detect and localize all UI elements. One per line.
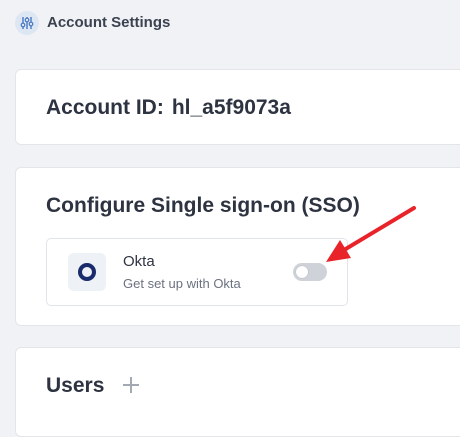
plus-icon	[123, 377, 139, 393]
top-bar: Account Settings	[0, 0, 460, 46]
sliders-icon	[15, 11, 39, 35]
sso-card: Configure Single sign-on (SSO) Okta Get …	[15, 167, 460, 326]
add-user-button[interactable]	[120, 374, 142, 396]
provider-name: Okta	[123, 253, 155, 270]
provider-description: Get set up with Okta	[123, 276, 241, 291]
account-id-heading: Account ID: hl_a5f9073a	[46, 96, 291, 120]
account-id-value: hl_a5f9073a	[171, 96, 291, 119]
account-id-label: Account ID:	[46, 96, 164, 119]
okta-sso-toggle[interactable]	[293, 263, 327, 281]
users-heading: Users	[46, 374, 105, 397]
sso-heading: Configure Single sign-on (SSO)	[46, 194, 360, 217]
page-title: Account Settings	[47, 14, 171, 31]
users-card: Users	[15, 347, 460, 437]
okta-provider-row: Okta Get set up with Okta	[46, 238, 348, 306]
toggle-knob	[296, 266, 308, 278]
okta-logo-icon	[68, 253, 106, 291]
account-card: Account ID: hl_a5f9073a	[15, 69, 460, 145]
